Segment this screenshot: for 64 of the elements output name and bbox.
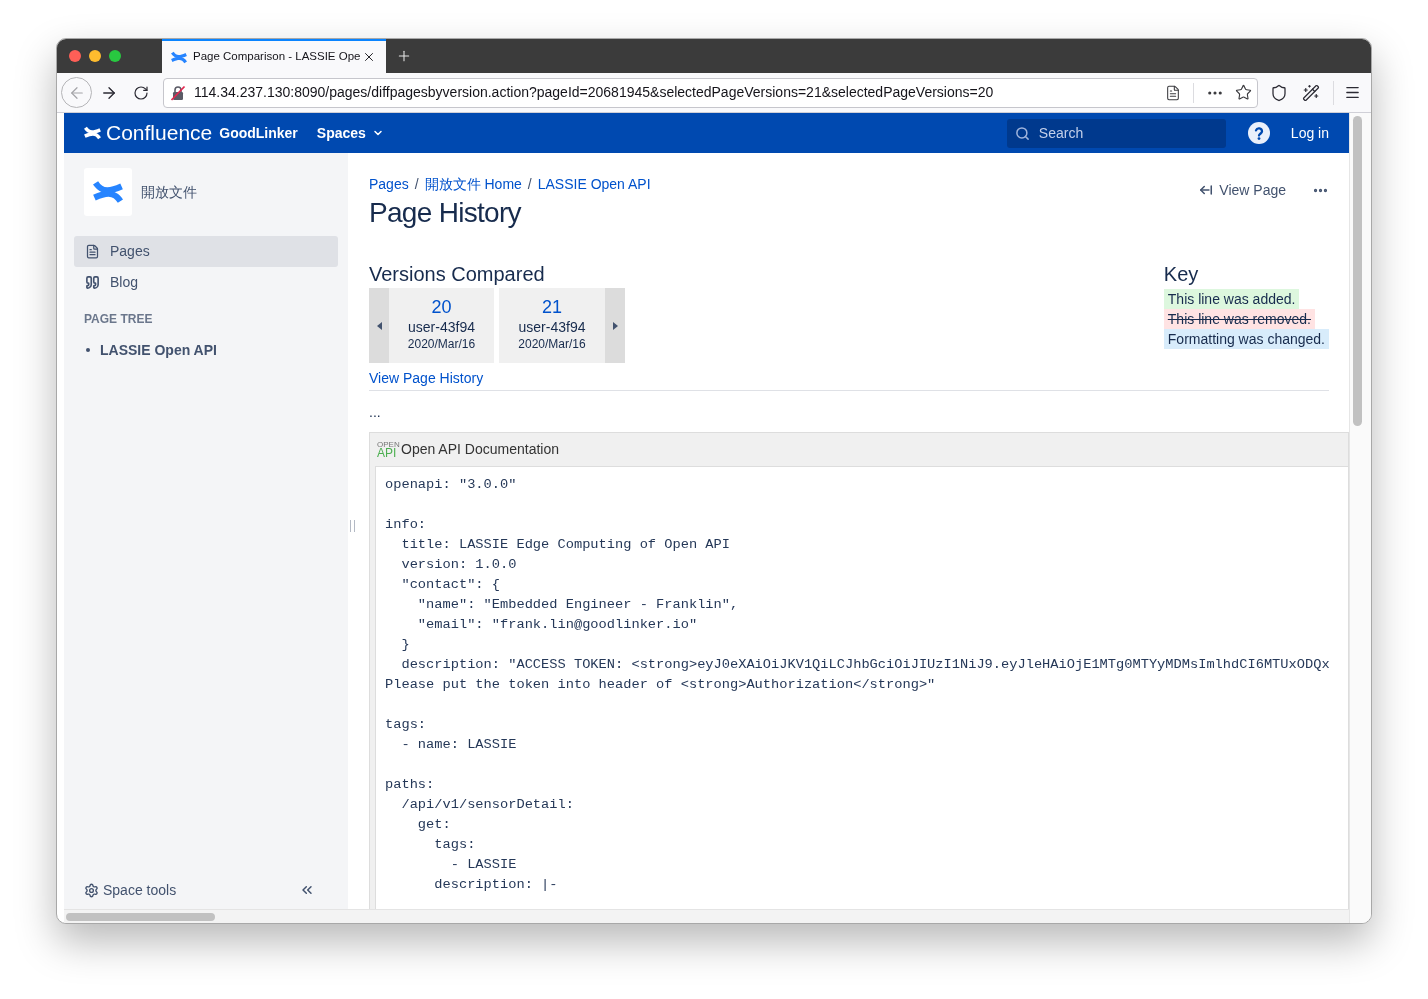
search-field[interactable]: Search bbox=[1006, 118, 1226, 148]
browser-tab[interactable]: Page Comparison - LASSIE Ope bbox=[162, 39, 386, 73]
close-icon[interactable] bbox=[362, 50, 376, 64]
breadcrumb-link[interactable]: LASSIE Open API bbox=[537, 175, 651, 193]
favicon-icon bbox=[171, 50, 187, 64]
section-title: Versions Compared bbox=[369, 262, 545, 286]
site-name[interactable]: GoodLinker bbox=[219, 122, 298, 144]
view-page-button[interactable]: View Page bbox=[1199, 179, 1286, 201]
ellipsis-text: ... bbox=[369, 403, 381, 421]
breadcrumb-separator: / bbox=[414, 175, 419, 193]
sidebar-nav-item[interactable]: Pages bbox=[74, 236, 338, 267]
page-tree-link[interactable]: LASSIE Open API bbox=[100, 339, 217, 361]
spaces-menu-button[interactable]: Spaces bbox=[316, 122, 384, 144]
reload-icon[interactable] bbox=[133, 84, 149, 101]
history-link[interactable]: View Page History bbox=[369, 369, 484, 387]
sidebar-nav-item[interactable]: Blog bbox=[74, 267, 338, 298]
window-close-icon[interactable] bbox=[69, 50, 81, 62]
insecure-lock-icon[interactable] bbox=[170, 84, 186, 101]
menu-icon[interactable] bbox=[1344, 84, 1361, 101]
version-author: user-43f94 bbox=[518, 318, 586, 336]
document-icon bbox=[85, 244, 100, 259]
code-block: openapi: "3.0.0" info: title: LASSIE Edge Computing of Open API version: 1.0.0 "contact": { "name": "Embedded Engineer - Franklin", "email": "frank.lin@goodlinker.io" } description: "ACCESS TOKEN: <strong>eyJ0eXAiOiJKV1QiLCJhbGciOiJIUzI1NiJ9.eyJleHAiOjE1MTg0MTYyMDMsImlhdCI6MTUxODQx Please put the token into header of <strong>Authorization</strong>" tags: - name: LASSIE paths: /api/v1/sensorDetail: get: tags: - LASSIE description: |- bbox=[375, 466, 1348, 909]
space-name[interactable]: 開放文件 bbox=[141, 181, 197, 203]
star-icon[interactable] bbox=[1235, 84, 1252, 101]
version-number-link[interactable]: 21 bbox=[542, 296, 562, 318]
window-minimize-icon[interactable] bbox=[89, 50, 101, 62]
legend-item: This line was added. bbox=[1163, 289, 1300, 309]
scrollbar-thumb[interactable] bbox=[1353, 116, 1362, 426]
key-title: Key bbox=[1163, 262, 1199, 286]
macro-title: Open API Documentation bbox=[401, 440, 559, 459]
breadcrumb-separator: / bbox=[527, 175, 532, 193]
api-logo: OPEN API bbox=[377, 440, 401, 459]
search-icon bbox=[1014, 125, 1030, 141]
version-number-link[interactable]: 20 bbox=[431, 296, 452, 318]
product-name[interactable]: Confluence bbox=[106, 121, 213, 145]
version-date: 2020/Mar/16 bbox=[407, 336, 476, 352]
caret-left-icon bbox=[376, 321, 382, 330]
magic-wand-icon[interactable] bbox=[1302, 83, 1320, 102]
bullet-icon bbox=[86, 348, 90, 352]
caret-right-icon bbox=[612, 321, 618, 330]
version-date: 2020/Mar/16 bbox=[518, 336, 586, 352]
login-link[interactable]: Log in bbox=[1290, 122, 1329, 144]
logo-icon bbox=[84, 126, 101, 140]
section-heading: PAGE TREE bbox=[83, 311, 154, 327]
legend-item: Formatting was changed. bbox=[1163, 329, 1329, 349]
address-bar[interactable]: 114.34.237.130:8090/pages/diffpagesbyversion.action?pageId=20681945&selectedPageVersions=21&selectedPageVersions=20 bbox=[163, 77, 1258, 108]
quote-icon bbox=[85, 275, 100, 290]
resize-handle-icon[interactable] bbox=[350, 520, 355, 532]
space-logo-icon[interactable] bbox=[84, 168, 132, 216]
page-title: Page History bbox=[369, 196, 523, 230]
space-tools-button[interactable]: Space tools bbox=[84, 879, 177, 901]
window-maximize-icon[interactable] bbox=[109, 50, 121, 62]
arrow-left-icon bbox=[1199, 183, 1214, 197]
plus-icon[interactable] bbox=[396, 48, 412, 64]
legend-item: This line was removed. bbox=[1163, 309, 1315, 329]
breadcrumb-link[interactable]: Pages bbox=[369, 175, 409, 193]
help-icon[interactable] bbox=[1247, 122, 1270, 144]
settings-icon bbox=[84, 882, 99, 898]
logo-icon bbox=[93, 180, 123, 204]
shield-icon[interactable] bbox=[1270, 83, 1288, 102]
breadcrumb-link[interactable]: 開放文件 Home bbox=[424, 175, 522, 193]
scrollbar-thumb[interactable] bbox=[66, 912, 215, 921]
version-author: user-43f94 bbox=[408, 318, 475, 336]
document-icon[interactable] bbox=[1165, 84, 1181, 101]
